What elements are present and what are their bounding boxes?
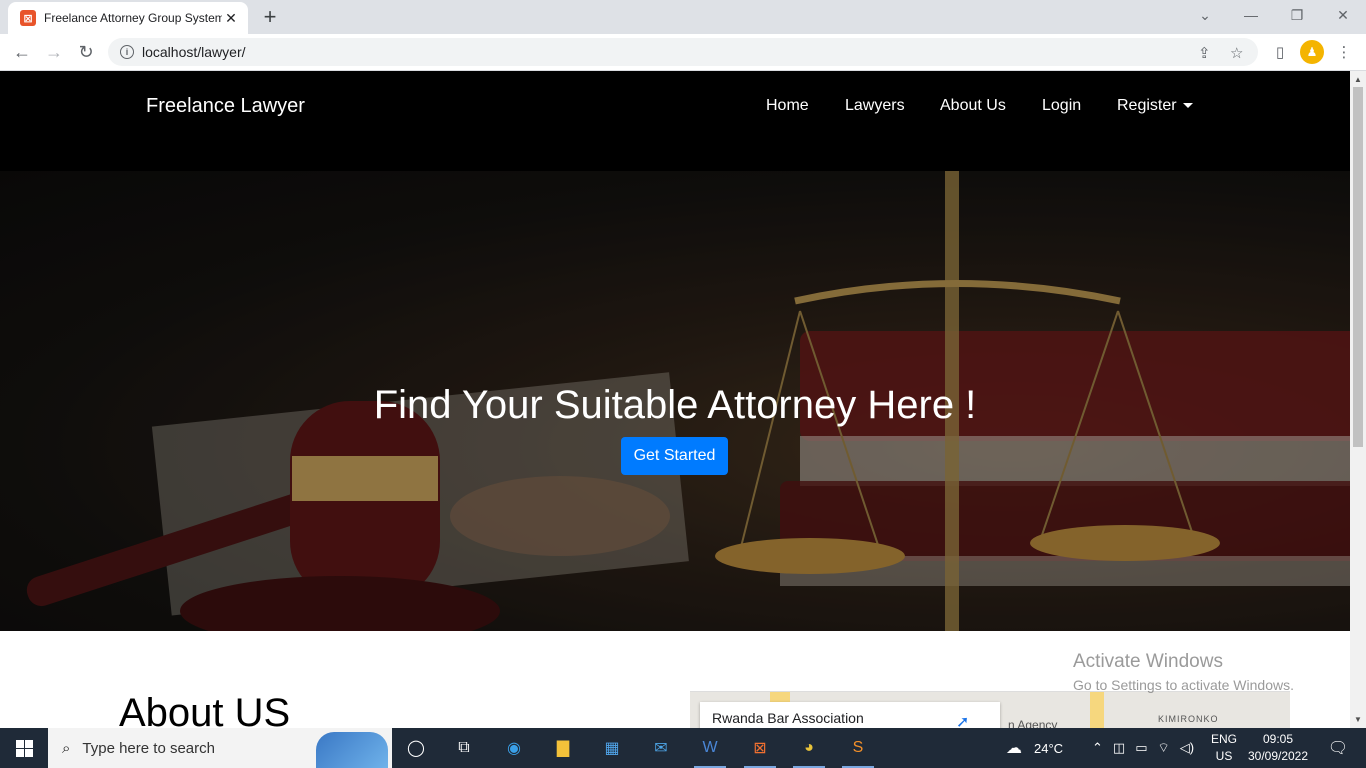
scroll-up-arrow-icon[interactable]: ▲: [1354, 75, 1362, 84]
windows-taskbar: ⌕ Type here to search ◯ ⧉ ◉ ▇ ▦ ✉ W ⊠ ◕ …: [0, 728, 1366, 768]
region-code: US: [1215, 749, 1233, 763]
camera-icon[interactable]: ◫: [1113, 740, 1125, 756]
wifi-icon[interactable]: ⌔: [1158, 740, 1170, 756]
windows-logo-icon: [15, 739, 33, 757]
nav-login[interactable]: Login: [1042, 97, 1081, 115]
tab-strip: ⊠ Freelance Attorney Group System ✕ + ⌄ …: [0, 0, 1366, 34]
close-tab-icon[interactable]: ✕: [222, 9, 240, 27]
close-window-button[interactable]: ✕: [1320, 0, 1366, 30]
mail-icon[interactable]: ✉: [641, 732, 681, 764]
page-viewport: Freelance Lawyer Home Lawyers About Us L…: [0, 71, 1350, 728]
share-icon[interactable]: ⇪: [1198, 44, 1211, 62]
tray-icons: ⌃ ◫ ▭ ⌔ ◁): [1092, 728, 1194, 768]
scroll-down-arrow-icon[interactable]: ▼: [1354, 715, 1362, 724]
show-hidden-icons-icon[interactable]: ⌃: [1092, 740, 1103, 756]
clock-date: 30/09/2022: [1247, 749, 1309, 763]
edge-icon[interactable]: ◉: [494, 732, 534, 764]
weather-temp: 24°C: [1034, 740, 1064, 756]
info-icon[interactable]: i: [120, 45, 134, 59]
address-bar[interactable]: i localhost/lawyer/ ⇪ ☆: [108, 38, 1258, 66]
file-explorer-icon[interactable]: ▇: [543, 732, 583, 764]
site-brand[interactable]: Freelance Lawyer: [146, 95, 305, 118]
store-icon[interactable]: ▦: [592, 732, 632, 764]
weather-widget[interactable]: ☁ 24°C: [1006, 728, 1063, 768]
browser-tab[interactable]: ⊠ Freelance Attorney Group System ✕: [8, 2, 248, 34]
search-highlight-image: [316, 732, 388, 768]
map-place-name: Rwanda Bar Association: [712, 710, 864, 726]
language-indicator[interactable]: ENG US: [1204, 731, 1244, 765]
minimize-button[interactable]: —: [1228, 0, 1274, 30]
activate-windows-watermark: Activate Windows Go to Settings to activ…: [1073, 651, 1294, 693]
about-heading: About US: [119, 691, 291, 728]
volume-icon[interactable]: ◁): [1180, 740, 1194, 756]
watermark-title: Activate Windows: [1073, 651, 1223, 672]
map-place-card: Rwanda Bar Association ➚: [700, 702, 1000, 728]
start-button[interactable]: [0, 728, 48, 768]
scroll-thumb[interactable]: [1353, 87, 1363, 447]
url-text[interactable]: localhost/lawyer/: [142, 44, 246, 60]
hero-title: Find Your Suitable Attorney Here !: [373, 383, 977, 427]
tab-title: Freelance Attorney Group System: [44, 11, 222, 25]
cortana-icon[interactable]: ◯: [396, 732, 436, 764]
search-placeholder: Type here to search: [82, 739, 215, 757]
xampp-icon[interactable]: ⊠: [740, 732, 780, 768]
nav-home[interactable]: Home: [766, 97, 809, 115]
nav-register-dropdown[interactable]: Register: [1117, 97, 1193, 115]
sublime-icon[interactable]: S: [838, 732, 878, 768]
map-label: KIMIRONKO: [1158, 714, 1219, 724]
taskbar-clock[interactable]: 09:05 30/09/2022: [1245, 731, 1311, 765]
open-in-maps-icon[interactable]: ➚: [956, 712, 969, 728]
hero-banner: Find Your Suitable Attorney Here ! Get S…: [0, 171, 1350, 631]
new-tab-button[interactable]: +: [256, 4, 284, 30]
task-view-icon[interactable]: ⧉: [444, 732, 484, 764]
watermark-subtitle: Go to Settings to activate Windows.: [1073, 677, 1294, 693]
map-road: [1090, 692, 1104, 728]
battery-icon[interactable]: ▭: [1135, 740, 1147, 756]
taskbar-search-box[interactable]: ⌕ Type here to search: [48, 728, 392, 768]
chrome-icon[interactable]: ◕: [789, 732, 829, 768]
embedded-map[interactable]: Rwanda Bar Association ➚ n Agency KIMIRO…: [690, 691, 1290, 728]
site-navbar: Freelance Lawyer Home Lawyers About Us L…: [0, 71, 1350, 171]
side-panel-icon[interactable]: ▯: [1268, 40, 1292, 64]
page-scrollbar[interactable]: ▲ ▼: [1350, 71, 1366, 728]
caret-down-icon: [1182, 103, 1193, 109]
language-code: ENG: [1210, 732, 1237, 746]
notifications-icon[interactable]: 🗨: [1318, 732, 1358, 764]
search-icon: ⌕: [62, 739, 71, 757]
tab-search-icon[interactable]: ⌄: [1182, 0, 1228, 30]
restore-button[interactable]: ❐: [1274, 0, 1320, 30]
nav-about-us[interactable]: About Us: [940, 97, 1006, 115]
map-label: n Agency: [1008, 718, 1058, 728]
xampp-icon: ⊠: [20, 10, 36, 26]
back-arrow-icon[interactable]: ←: [8, 38, 36, 66]
forward-arrow-icon[interactable]: →: [40, 38, 68, 66]
browser-toolbar: ← → ↻ i localhost/lawyer/ ⇪ ☆ ▯ ♟ ⋮: [0, 34, 1366, 71]
menu-dots-icon[interactable]: ⋮: [1332, 40, 1356, 64]
reload-icon[interactable]: ↻: [72, 38, 100, 66]
nav-lawyers[interactable]: Lawyers: [845, 97, 905, 115]
get-started-button[interactable]: Get Started: [621, 437, 728, 475]
cloud-sun-icon: ☁: [1006, 740, 1022, 757]
word-icon[interactable]: W: [690, 732, 730, 768]
clock-time: 09:05: [1262, 732, 1294, 746]
profile-avatar-icon[interactable]: ♟: [1300, 40, 1324, 64]
nav-register-label: Register: [1117, 97, 1177, 114]
bookmark-star-icon[interactable]: ☆: [1230, 44, 1243, 62]
